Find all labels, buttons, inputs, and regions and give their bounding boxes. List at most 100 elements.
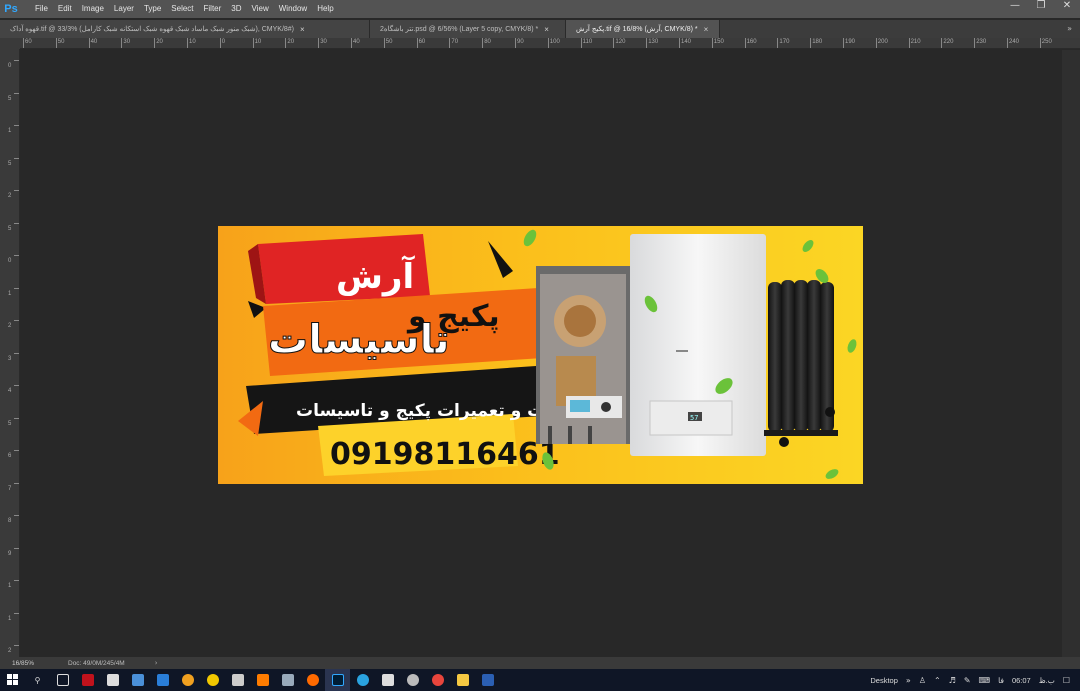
vertical-scrollbar[interactable] (1062, 50, 1080, 657)
menu-help[interactable]: Help (312, 0, 338, 18)
ruler-tick-label: 60 (25, 39, 32, 45)
document-tab[interactable]: پکیج آرش.tif @ 16/8% (آرش, CMYK/8) * × (566, 20, 720, 38)
menu-items: File Edit Image Layer Type Select Filter 3D View… (30, 0, 339, 18)
menu-file[interactable]: File (30, 0, 53, 18)
taskbar-app-cloud[interactable] (275, 669, 300, 691)
ruler-tick (14, 417, 19, 419)
taskbar-app-photoshop[interactable] (325, 669, 350, 691)
menu-layer[interactable]: Layer (109, 0, 139, 18)
store-icon (131, 674, 144, 686)
notification-icon[interactable]: ☐ (1063, 676, 1070, 685)
paypal-icon (156, 674, 169, 686)
tab-label: تتر باشگاه2.psd @ 6/56% (Layer 5 copy, C… (380, 26, 539, 33)
close-icon[interactable]: ✕ (1060, 0, 1074, 12)
ruler-tick (875, 38, 877, 48)
ruler-tick-label: 30 (123, 39, 131, 45)
taskbar-app-chrome[interactable] (425, 669, 450, 691)
ruler-tick (14, 222, 19, 224)
banner-artwork[interactable]: آرش پکیج و تاسیسات خدمات و تعمیرات پکیج … (218, 226, 863, 484)
ruler-tick (14, 190, 19, 191)
product2-text: تاسیسات (268, 317, 450, 363)
restore-icon[interactable]: ❐ (1034, 0, 1048, 12)
keyboard-icon[interactable]: ⌨ (979, 676, 991, 685)
volume-icon[interactable]: ♬ (949, 676, 956, 685)
taskbar-app-word[interactable] (475, 669, 500, 691)
task-view-button[interactable] (50, 669, 75, 691)
photoshop-logo-icon: Ps (4, 3, 18, 15)
ruler-tick-label: 120 (615, 39, 626, 45)
start-button[interactable] (0, 669, 25, 691)
taskbar-app-photos[interactable] (225, 669, 250, 691)
ruler-tick (351, 38, 352, 48)
vertical-ruler[interactable]: 05152501234567891123 (0, 49, 20, 657)
menu-image[interactable]: Image (77, 0, 109, 18)
search-button[interactable]: ⚲ (25, 669, 50, 691)
minimize-icon[interactable]: — (1008, 0, 1022, 12)
taskbar-app-acrobat[interactable] (75, 669, 100, 691)
status-menu-icon[interactable]: › (155, 659, 158, 667)
menu-select[interactable]: Select (166, 0, 198, 18)
taskbar-app-illustrator[interactable] (250, 669, 275, 691)
ruler-tick-label: 1 (8, 615, 12, 622)
menu-filter[interactable]: Filter (199, 0, 227, 18)
language-indicator[interactable]: فا (998, 676, 1004, 685)
clock-ampm[interactable]: ب.ظ (1039, 676, 1055, 685)
tabs-collapse-icon[interactable]: » (1067, 24, 1072, 33)
ruler-tick-label: 1 (8, 583, 12, 589)
taskbar-app-explorer[interactable] (450, 669, 475, 691)
ruler-tick (14, 580, 19, 581)
taskbar-app-search[interactable] (200, 669, 225, 691)
search-icon: ⚲ (34, 675, 41, 685)
taskbar-app-mail[interactable] (100, 669, 125, 691)
ruler-tick-label: 40 (353, 39, 360, 45)
taskbar-app-telegram[interactable] (350, 669, 375, 691)
taskbar-app-store[interactable] (125, 669, 150, 691)
ruler-tick-label: 9 (8, 550, 12, 557)
brand-text: آرش (336, 255, 415, 297)
magnifier-icon (206, 674, 219, 686)
ruler-tick (14, 547, 19, 549)
tab-close-icon[interactable]: × (704, 25, 709, 34)
chevron-right-icon[interactable]: » (906, 676, 911, 685)
chevron-up-icon[interactable]: ⌃ (934, 676, 941, 685)
pen-icon[interactable]: ✎ (964, 676, 971, 685)
menu-type[interactable]: Type (139, 0, 166, 18)
ruler-tick (974, 38, 976, 48)
tab-close-icon[interactable]: × (300, 25, 305, 34)
calculator-icon (381, 674, 394, 686)
taskbar-app-firefox[interactable] (300, 669, 325, 691)
ruler-tick-label: 210 (910, 39, 921, 45)
taskbar-app-sync[interactable] (175, 669, 200, 691)
desktop-toolbar-label[interactable]: Desktop (870, 676, 898, 685)
taskbar-app-settings[interactable] (400, 669, 425, 691)
ruler-tick-label: 50 (57, 39, 65, 45)
ruler-tick-label: 220 (943, 39, 954, 45)
ruler-tick-label: 200 (877, 39, 888, 45)
ruler-tick (187, 38, 188, 48)
ruler-tick (219, 38, 221, 48)
menu-edit[interactable]: Edit (53, 0, 77, 18)
tab-label: قهوه آداک.tif @ 33/3% (شبک منور شبک ماسا… (10, 26, 295, 33)
ruler-tick-label: 0 (8, 63, 12, 69)
ruler-tick-label: 150 (713, 39, 724, 45)
ruler-tick (810, 38, 812, 48)
menu-3d[interactable]: 3D (226, 0, 246, 18)
ruler-tick (23, 38, 24, 48)
clock-time[interactable]: 06:07 (1012, 676, 1031, 685)
radiator (764, 280, 838, 447)
ruler-tick-label: 80 (484, 39, 491, 45)
tab-close-icon[interactable]: × (544, 25, 549, 34)
taskbar-app-paypal[interactable] (150, 669, 175, 691)
taskbar-app-calculator[interactable] (375, 669, 400, 691)
ruler-tick-label: 140 (681, 39, 692, 45)
menu-view[interactable]: View (247, 0, 274, 18)
document-tab[interactable]: قهوه آداک.tif @ 33/3% (شبک منور شبک ماسا… (0, 20, 370, 38)
ruler-tick-label: 50 (385, 39, 393, 45)
system-tray: Desktop » ♙ ⌃ ♬ ✎ ⌨ فا 06:07 ب.ظ ☐ (870, 669, 1080, 691)
document-tab[interactable]: تتر باشگاه2.psd @ 6/56% (Layer 5 copy, C… (370, 20, 566, 38)
ruler-tick-label: 160 (746, 39, 757, 45)
menu-window[interactable]: Window (274, 0, 312, 18)
horizontal-ruler[interactable]: 60 50 40 30 20 10 0 10 20 30 40 50 60 70 80 90 100 110 120… (20, 38, 1080, 49)
zoom-level[interactable]: 16/85% (0, 660, 60, 667)
people-icon[interactable]: ♙ (919, 676, 926, 685)
